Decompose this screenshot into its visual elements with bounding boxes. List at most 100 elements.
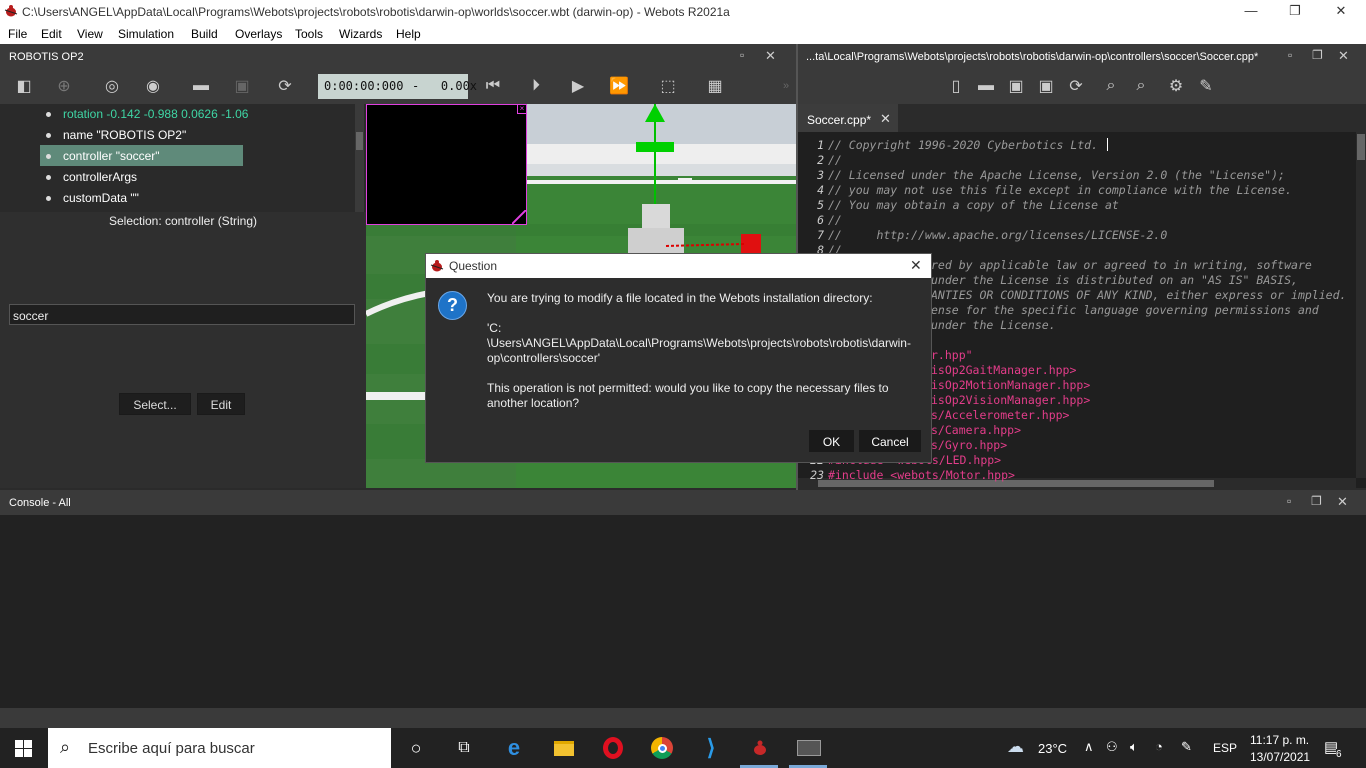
save-world-icon[interactable]: ▣	[228, 72, 256, 100]
new-file-icon[interactable]: ▯	[942, 72, 970, 100]
volume-icon[interactable]: 🔈︎	[1130, 739, 1138, 755]
fast-forward-icon[interactable]: ⏩	[605, 72, 633, 100]
code-line: // http://www.apache.org/licenses/LICENS…	[828, 228, 1168, 242]
vscode-icon[interactable]: ⟩	[696, 734, 726, 762]
revert-file-icon[interactable]: ⟳	[1062, 72, 1090, 100]
dialog-close-button[interactable]: ✕	[910, 257, 922, 274]
opera-icon[interactable]	[598, 734, 628, 762]
include-line: s/Gyro.hpp>	[931, 438, 1008, 452]
view-3d-icon[interactable]: ⬚	[654, 72, 682, 100]
weather-temp[interactable]: 23°C	[1038, 741, 1067, 756]
step-icon[interactable]: ⏵	[522, 72, 550, 100]
language-indicator[interactable]: ESP	[1213, 741, 1237, 755]
resize-overlay-icon[interactable]	[512, 210, 526, 224]
close-tab-icon[interactable]: ✕	[880, 111, 891, 127]
code-line: //	[828, 213, 842, 227]
float-console-icon[interactable]: ▫	[1287, 494, 1291, 508]
pen-icon[interactable]: ✎	[1181, 739, 1192, 755]
add-node-icon[interactable]: ⊕	[50, 72, 78, 100]
controller-field-input[interactable]: soccer	[9, 304, 355, 325]
include-line: s/Accelerometer.hpp>	[931, 408, 1070, 422]
menu-help[interactable]: Help	[396, 27, 421, 41]
line-number: 1	[817, 138, 824, 152]
record-movie-icon[interactable]: ▦	[701, 72, 729, 100]
code-line: red by applicable law or agreed to in wr…	[931, 258, 1312, 272]
menu-overlays[interactable]: Overlays	[235, 27, 282, 41]
open-world-icon[interactable]: ▬	[187, 72, 215, 100]
line-number: 7	[817, 228, 824, 242]
tab-soccer-cpp[interactable]: Soccer.cpp* ✕	[798, 104, 898, 132]
menu-wizards[interactable]: Wizards	[339, 27, 382, 41]
maximize-console-icon[interactable]: ❐	[1311, 494, 1322, 508]
question-dialog: Question ✕ ? You are trying to modify a …	[425, 253, 932, 463]
replace-icon[interactable]: ⌕	[1127, 72, 1155, 100]
include-line: r.hpp"	[931, 348, 973, 362]
close-editor-icon[interactable]: ✕	[1338, 48, 1349, 64]
task-view-icon[interactable]: ⧉	[449, 734, 479, 762]
windows-start-icon[interactable]	[15, 740, 32, 757]
wifi-icon[interactable]: ◔	[1155, 739, 1163, 754]
close-console-icon[interactable]: ✕	[1337, 494, 1348, 510]
reset-simulation-icon[interactable]: ⏮	[479, 72, 507, 100]
play-icon[interactable]: ▶	[564, 72, 592, 100]
select-button[interactable]: Select...	[119, 393, 191, 415]
reset-viewpoint-icon[interactable]: ◎	[98, 72, 126, 100]
console-output[interactable]	[0, 515, 1366, 708]
field-editor: Selection: controller (String) soccer Se…	[0, 212, 366, 488]
code-line: // You may obtain a copy of the License …	[828, 198, 1119, 212]
build-gear-icon[interactable]: ⚙	[1162, 72, 1190, 100]
menu-simulation[interactable]: Simulation	[118, 27, 174, 41]
menu-tools[interactable]: Tools	[295, 27, 323, 41]
show-hidden-icons-icon[interactable]: ∧	[1084, 739, 1094, 755]
edit-button[interactable]: Edit	[197, 393, 245, 415]
cortana-icon[interactable]: ○	[401, 734, 431, 762]
time-display: 0:00:00:000	[324, 79, 404, 93]
ok-button[interactable]: OK	[809, 430, 854, 452]
clean-brush-icon[interactable]: ✎	[1192, 72, 1220, 100]
clock-date[interactable]: 13/07/2021	[1250, 750, 1310, 764]
close-window-button[interactable]: ✕	[1318, 0, 1364, 23]
close-panel-icon[interactable]: ✕	[765, 48, 776, 64]
menu-view[interactable]: View	[77, 27, 103, 41]
reload-world-icon[interactable]: ⟳	[271, 72, 299, 100]
chrome-icon[interactable]	[647, 734, 677, 762]
minimize-button[interactable]: —	[1228, 0, 1274, 23]
menu-edit[interactable]: Edit	[41, 27, 62, 41]
weather-cloud-icon[interactable]: ☁	[1007, 737, 1024, 757]
webots-taskbar-icon[interactable]	[745, 734, 775, 762]
speed-display: - 0.00x	[412, 79, 478, 93]
selection-label: Selection: controller (String)	[108, 214, 258, 228]
menu-build[interactable]: Build	[191, 27, 218, 41]
people-icon[interactable]: ⚇	[1106, 739, 1118, 755]
toggle-scene-tree-icon[interactable]: ◧	[10, 72, 38, 100]
open-file-icon[interactable]: ▬	[972, 72, 1000, 100]
tree-scrollbar[interactable]	[355, 104, 364, 212]
editor-vscrollbar[interactable]	[1356, 132, 1366, 478]
include-line: isOp2MotionManager.hpp>	[931, 378, 1091, 392]
menu-bar: File Edit View Simulation Build Overlays…	[0, 23, 1366, 44]
editor-header: ...ta\Local\Programs\Webots\projects\rob…	[798, 44, 1366, 70]
close-overlay-icon[interactable]: ×	[517, 104, 527, 114]
save-file-icon[interactable]: ▣	[1002, 72, 1030, 100]
file-explorer-icon[interactable]	[549, 734, 579, 762]
maximize-editor-icon[interactable]: ❐	[1312, 48, 1323, 62]
include-line: isOp2GaitManager.hpp>	[931, 363, 1077, 377]
taskbar: ⌕ Escribe aquí para buscar ○ ⧉ e ⟩ ☁ 23°…	[0, 728, 1366, 768]
cancel-button[interactable]: Cancel	[859, 430, 921, 452]
float-editor-icon[interactable]: ▫	[1288, 48, 1292, 62]
code-line: ense for the specific language governing…	[931, 303, 1319, 317]
clock-time[interactable]: 11:17 p. m.	[1250, 733, 1309, 747]
find-icon[interactable]: ⌕	[1097, 72, 1125, 100]
view-eye-icon[interactable]: ◉	[139, 72, 167, 100]
restore-button[interactable]: ❐	[1272, 0, 1318, 23]
camera-overlay[interactable]: ×	[366, 104, 527, 225]
save-as-icon[interactable]: ▣	[1032, 72, 1060, 100]
search-placeholder: Escribe aquí para buscar	[88, 740, 255, 757]
webots-window-icon[interactable]	[794, 734, 824, 762]
float-panel-icon[interactable]: ▫	[740, 48, 744, 62]
edge-icon[interactable]: e	[499, 734, 529, 762]
line-number: 4	[817, 183, 824, 197]
menu-file[interactable]: File	[8, 27, 27, 41]
code-line: // Copyright 1996-2020 Cyberbotics Ltd.	[828, 138, 1099, 152]
taskbar-search-box[interactable]: ⌕ Escribe aquí para buscar	[48, 728, 391, 768]
